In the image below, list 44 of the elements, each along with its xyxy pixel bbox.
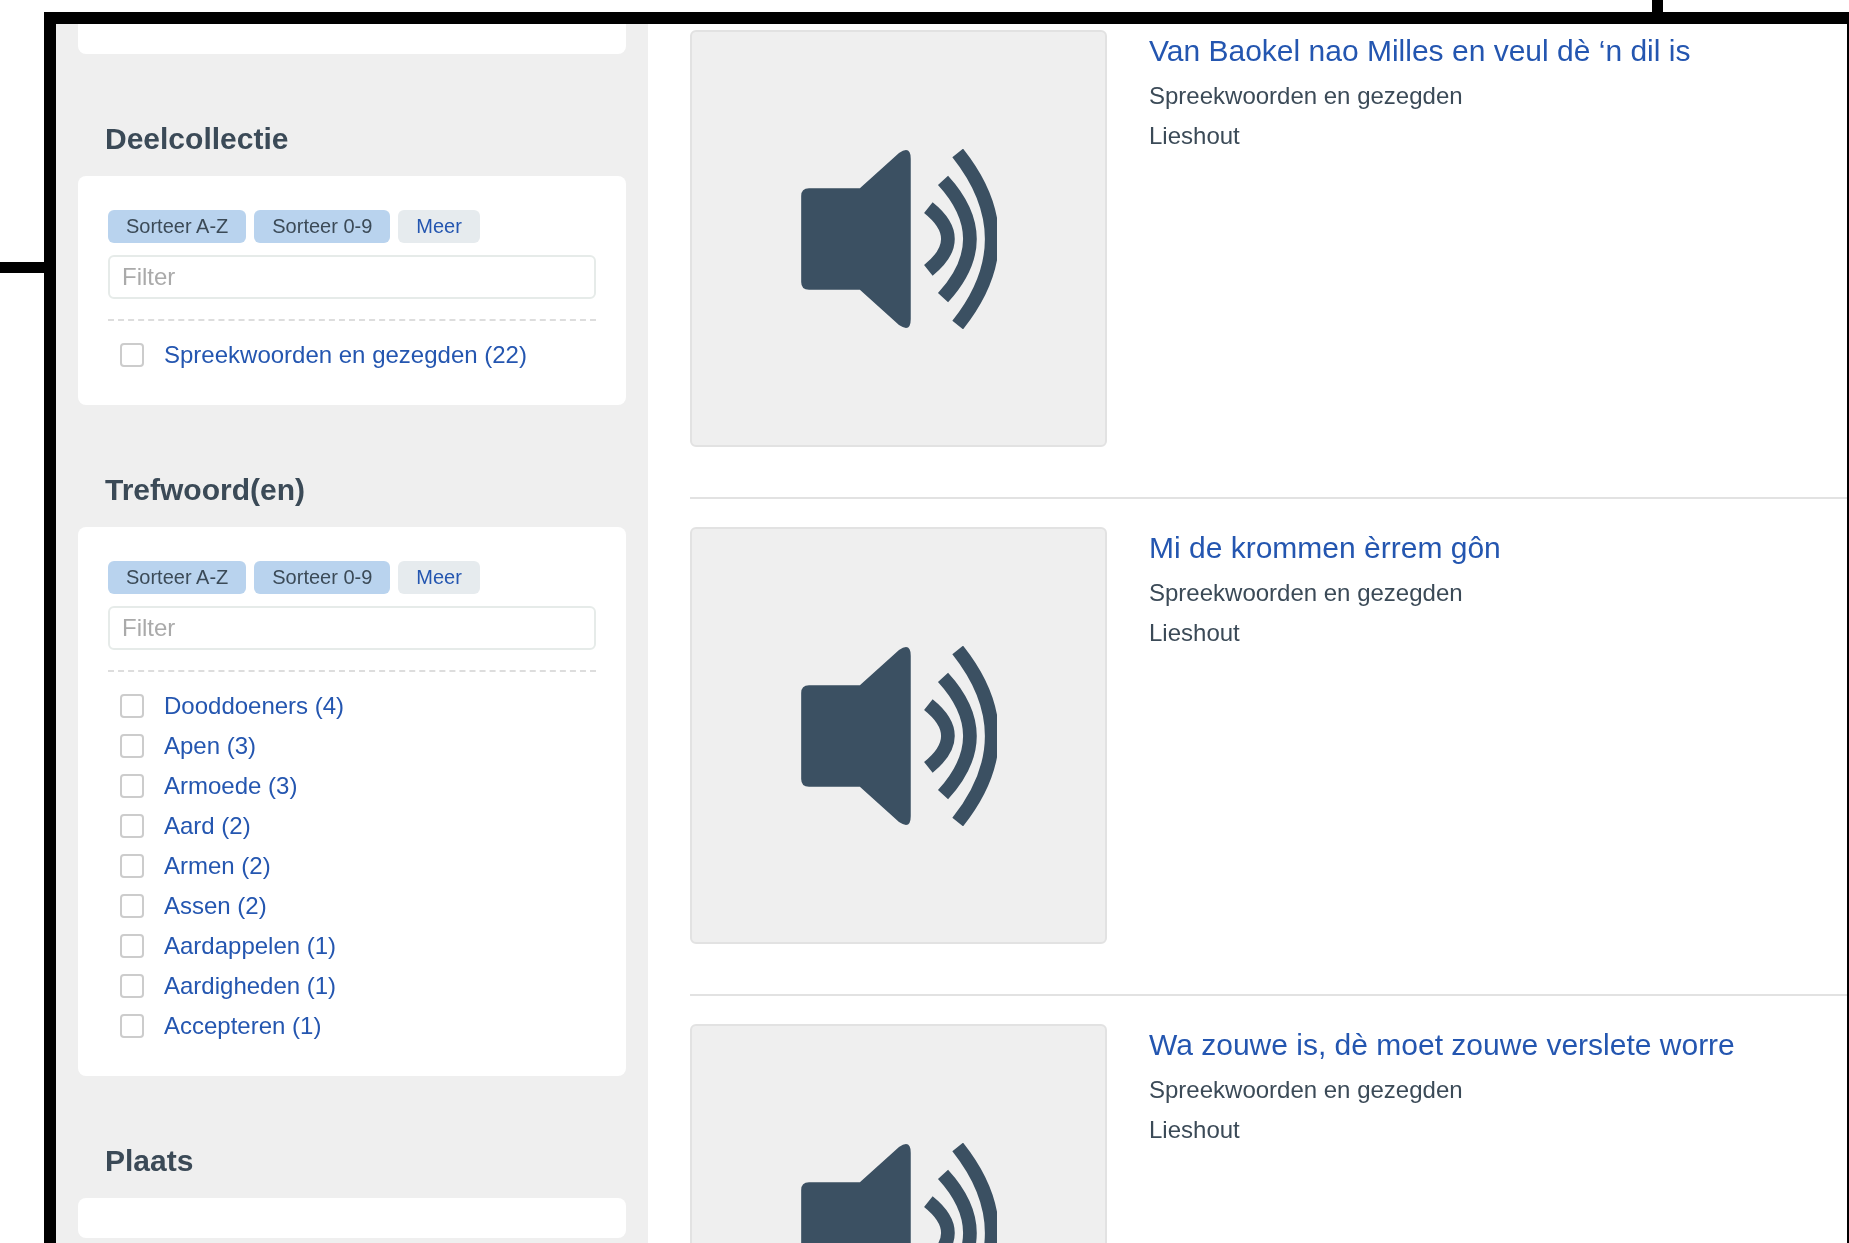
facet-link[interactable]: Armen (2) [164,852,271,880]
facet-link[interactable]: Aardappelen (1) [164,932,337,960]
facet-link[interactable]: Accepteren (1) [164,1012,322,1040]
result-title-link[interactable]: Van Baokel nao Milles en veul dè ‘n dil is [1149,34,1691,68]
checkbox[interactable] [120,894,144,918]
checkbox[interactable] [120,694,144,718]
section-heading: Deelcollectie [104,121,290,157]
more-button[interactable]: Meer [398,561,480,594]
result-category: Spreekwoorden en gezegden [1149,1075,1464,1105]
checkbox[interactable] [120,814,144,838]
sort-button[interactable]: Sorteer A-Z [108,210,247,243]
result-title-link[interactable]: Wa zouwe is, dè moet zouwe verslete worre [1149,1028,1735,1062]
result-category: Spreekwoorden en gezegden [1149,81,1464,111]
facet-link[interactable]: Apen (3) [164,732,257,760]
filter-field[interactable]: Filter [108,255,596,299]
facet-link[interactable]: Aard (2) [164,812,251,840]
speaker-icon [800,645,997,826]
checkbox[interactable] [120,774,144,798]
checkbox[interactable] [120,934,144,958]
result-place: Lieshout [1149,1115,1241,1145]
more-button[interactable]: Meer [398,210,480,243]
facet-link[interactable]: Aardigheden (1) [164,972,337,1000]
checkbox[interactable] [120,734,144,758]
result-category: Spreekwoorden en gezegden [1149,578,1464,608]
filter-field[interactable]: Filter [108,606,596,650]
facet-link[interactable]: Dooddoeners (4) [164,692,345,720]
result-place: Lieshout [1149,121,1241,151]
result-place: Lieshout [1149,618,1241,648]
checkbox[interactable] [120,1014,144,1038]
speaker-icon [800,148,997,329]
audio-thumbnail[interactable] [690,30,1107,447]
result-title-link[interactable]: Mi de krommen èrrem gôn [1149,531,1501,565]
section-heading: Plaats [104,1143,195,1179]
checkbox[interactable] [120,854,144,878]
sort-button[interactable]: Sorteer 0-9 [254,561,391,594]
facet-link[interactable]: Armoede (3) [164,772,298,800]
checkbox[interactable] [120,974,144,998]
facet-link[interactable]: Spreekwoorden en gezegden (22) [164,341,527,369]
facet-link[interactable]: Assen (2) [164,892,267,920]
sort-button[interactable]: Sorteer 0-9 [254,210,391,243]
section-heading: Trefwoord(en) [104,472,306,508]
checkbox[interactable] [120,343,144,367]
audio-thumbnail[interactable] [690,527,1107,944]
sort-button[interactable]: Sorteer A-Z [108,561,247,594]
